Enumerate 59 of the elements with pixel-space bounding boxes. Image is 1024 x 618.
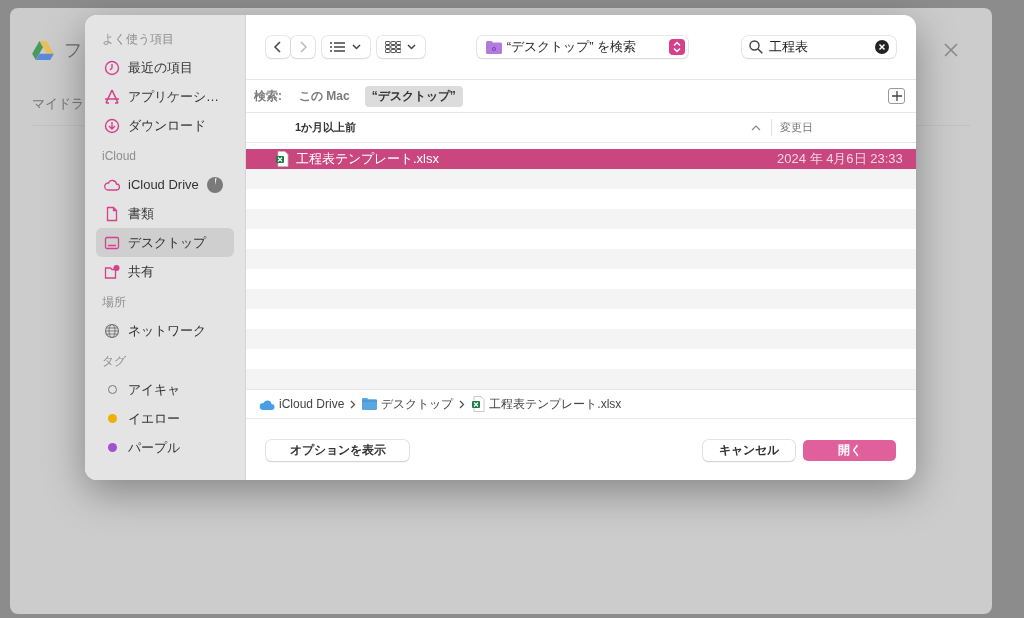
- options-button[interactable]: オプションを表示: [266, 440, 409, 461]
- list-view-button[interactable]: [322, 36, 370, 58]
- download-icon: [104, 117, 120, 134]
- search-field[interactable]: 工程表: [742, 36, 896, 58]
- desktop-icon: [104, 234, 120, 251]
- spreadsheet-file-icon: [471, 396, 486, 412]
- section-heading: タグ: [101, 354, 127, 368]
- sidebar-item[interactable]: デスクトップ: [96, 228, 234, 257]
- add-criteria-button[interactable]: [888, 88, 905, 104]
- document-icon: [104, 205, 120, 222]
- cloud-icon: [259, 398, 275, 410]
- scope-option[interactable]: “デスクトップ”: [364, 85, 463, 107]
- grid-icon: [385, 41, 402, 53]
- column-header[interactable]: 1か月以上前: [295, 120, 751, 135]
- chevron-icon: [459, 399, 466, 409]
- path-item[interactable]: iCloud Drive: [279, 397, 345, 411]
- file-name: 工程表テンプレート.xlsx: [296, 150, 439, 168]
- search-icon: [749, 40, 764, 54]
- sidebar-item[interactable]: ネットワーク: [96, 316, 234, 345]
- shared-folder-icon: [104, 263, 120, 280]
- location-popup[interactable]: “デスクトップ” を検索: [476, 36, 689, 58]
- grid-view-button[interactable]: [376, 36, 425, 58]
- search-scope-label: 検索:: [254, 87, 282, 105]
- cancel-button[interactable]: キャンセル: [703, 440, 795, 461]
- sidebar-item[interactable]: 共有: [96, 257, 234, 286]
- section-heading: よく使う項目: [101, 32, 175, 46]
- sidebar-item[interactable]: 書類: [96, 199, 234, 228]
- stepper-icon: [669, 39, 686, 55]
- chevron-icon: [350, 399, 357, 409]
- sidebar-item[interactable]: パープル: [96, 433, 234, 462]
- applications-icon: [104, 88, 120, 105]
- folder-icon: [362, 398, 378, 410]
- sidebar-item[interactable]: アプリケーシ…: [96, 82, 234, 111]
- picker-title: フ: [64, 39, 82, 62]
- spreadsheet-file-icon: [275, 151, 289, 167]
- path-item[interactable]: 工程表テンプレート.xlsx: [489, 395, 622, 413]
- network-icon: [104, 322, 120, 339]
- chevron-down-icon: [352, 44, 362, 50]
- plus-icon: [891, 91, 902, 101]
- drive-logo-icon: [32, 40, 54, 60]
- clock-icon: [104, 59, 120, 76]
- file-date: 2024 年 4月6日 23:33: [776, 150, 904, 168]
- folder-icon: [485, 40, 502, 54]
- list-icon: [330, 41, 347, 53]
- section-heading: iCloud: [101, 149, 138, 163]
- path-item[interactable]: デスクトップ: [381, 395, 454, 413]
- back-button[interactable]: [266, 36, 290, 58]
- sidebar-item[interactable]: ダウンロード: [96, 111, 234, 140]
- sidebar-item[interactable]: アイキャ: [96, 375, 234, 404]
- sidebar-item[interactable]: 最近の項目: [96, 53, 234, 82]
- clear-icon[interactable]: [875, 40, 889, 54]
- section-heading: 場所: [101, 295, 127, 309]
- file-row[interactable]: 工程表テンプレート.xlsx 2024 年 4月6日 23:33: [246, 149, 916, 169]
- sidebar-item[interactable]: iCloud Drive: [96, 170, 234, 199]
- column-header[interactable]: 変更日: [780, 120, 813, 135]
- scope-option[interactable]: この Mac: [292, 85, 357, 107]
- sidebar-item[interactable]: イエロー: [96, 404, 234, 433]
- search-value: 工程表: [769, 38, 810, 56]
- chevron-down-icon: [407, 44, 417, 50]
